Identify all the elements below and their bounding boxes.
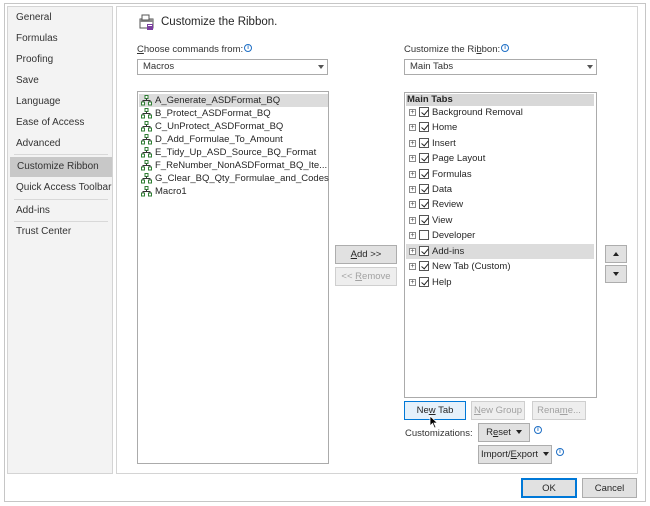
list-item[interactable]: E_Tidy_Up_ASD_Source_BQ_Format <box>139 146 328 159</box>
tree-item-home[interactable]: + Home <box>406 120 594 135</box>
expand-icon[interactable]: + <box>409 248 416 255</box>
nav-item-general[interactable]: General <box>9 8 112 28</box>
import-export-button[interactable]: Import/Export <box>478 445 552 464</box>
tree-item-help[interactable]: + Help <box>406 275 594 290</box>
customize-ribbon-combo[interactable]: Main Tabs <box>404 59 597 75</box>
tab-checkbox[interactable] <box>419 107 429 117</box>
nav-item-quick-access-toolbar[interactable]: Quick Access Toolbar <box>9 178 112 198</box>
list-item[interactable]: C_UnProtect_ASDFormat_BQ <box>139 120 328 133</box>
macro-icon <box>141 121 152 132</box>
nav-item-language[interactable]: Language <box>9 92 112 112</box>
tree-item-formulas[interactable]: + Formulas <box>406 167 594 182</box>
caret-down-icon <box>515 430 522 435</box>
tab-checkbox[interactable] <box>419 261 429 271</box>
info-icon[interactable]: i <box>556 448 564 456</box>
expand-icon[interactable]: + <box>409 201 416 208</box>
nav-item-proofing[interactable]: Proofing <box>9 50 112 70</box>
customize-ribbon-icon <box>139 14 154 30</box>
nav-item-trust-center[interactable]: Trust Center <box>9 222 112 242</box>
remove-button[interactable]: << Remove <box>335 267 397 286</box>
customizations-label: Customizations: <box>405 428 473 439</box>
tab-checkbox[interactable] <box>419 138 429 148</box>
commands-list[interactable]: A_Generate_ASDFormat_BQ B_Protect_ASDFor… <box>137 91 329 464</box>
tree-item-background-removal[interactable]: + Background Removal <box>406 105 594 120</box>
expand-icon[interactable]: + <box>409 232 416 239</box>
expand-icon[interactable]: + <box>409 171 416 178</box>
expand-icon[interactable]: + <box>409 186 416 193</box>
expand-icon[interactable]: + <box>409 263 416 270</box>
rename-button[interactable]: Rename... <box>532 401 586 420</box>
tab-checkbox[interactable] <box>419 246 429 256</box>
choose-commands-value: Macros <box>143 61 175 72</box>
triangle-down-icon <box>613 272 619 276</box>
tab-checkbox[interactable] <box>419 122 429 132</box>
tree-item-new-tab-custom[interactable]: + New Tab (Custom) <box>406 259 594 274</box>
add-button[interactable]: Add >> <box>335 245 397 264</box>
ok-button[interactable]: OK <box>521 478 577 498</box>
nav-item-advanced[interactable]: Advanced <box>9 134 112 154</box>
options-nav: General Formulas Proofing Save Language … <box>7 6 113 474</box>
nav-item-formulas[interactable]: Formulas <box>9 29 112 49</box>
customize-ribbon-value: Main Tabs <box>410 61 454 72</box>
macro-icon <box>141 173 152 184</box>
tab-checkbox[interactable] <box>419 215 429 225</box>
choose-commands-combo[interactable]: Macros <box>137 59 328 75</box>
nav-divider <box>14 199 108 200</box>
chevron-down-icon <box>587 65 593 69</box>
list-item[interactable]: G_Clear_BQ_Qty_Formulae_and_Codes <box>139 172 329 185</box>
expand-icon[interactable]: + <box>409 217 416 224</box>
macro-icon <box>141 147 152 158</box>
cancel-button[interactable]: Cancel <box>582 478 637 498</box>
expand-icon[interactable]: + <box>409 140 416 147</box>
reset-button[interactable]: Reset <box>478 423 530 442</box>
info-icon[interactable]: i <box>534 426 542 434</box>
expand-icon[interactable]: + <box>409 109 416 116</box>
list-item[interactable]: A_Generate_ASDFormat_BQ <box>139 94 328 107</box>
macro-icon <box>141 160 152 171</box>
triangle-up-icon <box>613 252 619 256</box>
list-item[interactable]: Macro1 <box>139 185 328 198</box>
tree-item-insert[interactable]: + Insert <box>406 136 594 151</box>
nav-divider <box>14 154 108 155</box>
nav-item-customize-ribbon[interactable]: Customize Ribbon <box>10 157 112 177</box>
macro-icon <box>141 108 152 119</box>
macro-icon <box>141 186 152 197</box>
nav-item-ease-of-access[interactable]: Ease of Access <box>9 113 112 133</box>
nav-item-add-ins[interactable]: Add-ins <box>9 201 112 221</box>
caret-down-icon <box>543 452 550 457</box>
chevron-down-icon <box>318 65 324 69</box>
expand-icon[interactable]: + <box>409 124 416 131</box>
customize-ribbon-label: Customize the Ribbon: i <box>404 44 510 55</box>
expand-icon[interactable]: + <box>409 155 416 162</box>
page-title: Customize the Ribbon. <box>161 16 278 28</box>
new-group-button[interactable]: New Group <box>471 401 525 420</box>
list-item[interactable]: F_ReNumber_NonASDFormat_BQ_Ite... <box>139 159 328 172</box>
ribbon-tabs-tree[interactable]: Main Tabs + Background Removal + Home + Ins… <box>404 92 597 398</box>
tree-item-page-layout[interactable]: + Page Layout <box>406 151 594 166</box>
nav-item-save[interactable]: Save <box>9 71 112 91</box>
macro-icon <box>141 95 152 106</box>
expand-icon[interactable]: + <box>409 279 416 286</box>
macro-icon <box>141 134 152 145</box>
tab-checkbox[interactable] <box>419 153 429 163</box>
move-down-button[interactable] <box>605 265 627 283</box>
list-item[interactable]: B_Protect_ASDFormat_BQ <box>139 107 328 120</box>
tab-checkbox[interactable] <box>419 277 429 287</box>
tab-checkbox[interactable] <box>419 199 429 209</box>
mouse-cursor-icon <box>429 415 439 429</box>
tree-item-developer[interactable]: + Developer <box>406 228 594 243</box>
tab-checkbox[interactable] <box>419 169 429 179</box>
tree-item-add-ins[interactable]: + Add-ins <box>406 244 594 259</box>
tab-checkbox[interactable] <box>419 184 429 194</box>
tab-checkbox[interactable] <box>419 230 429 240</box>
tree-item-review[interactable]: + Review <box>406 197 594 212</box>
choose-commands-label: Choose commands from: i <box>137 44 253 55</box>
move-up-button[interactable] <box>605 245 627 263</box>
tree-item-view[interactable]: + View <box>406 213 594 228</box>
list-item[interactable]: D_Add_Formulae_To_Amount <box>139 133 328 146</box>
info-icon[interactable]: i <box>244 44 253 52</box>
tree-item-data[interactable]: + Data <box>406 182 594 197</box>
info-icon[interactable]: i <box>501 44 510 52</box>
